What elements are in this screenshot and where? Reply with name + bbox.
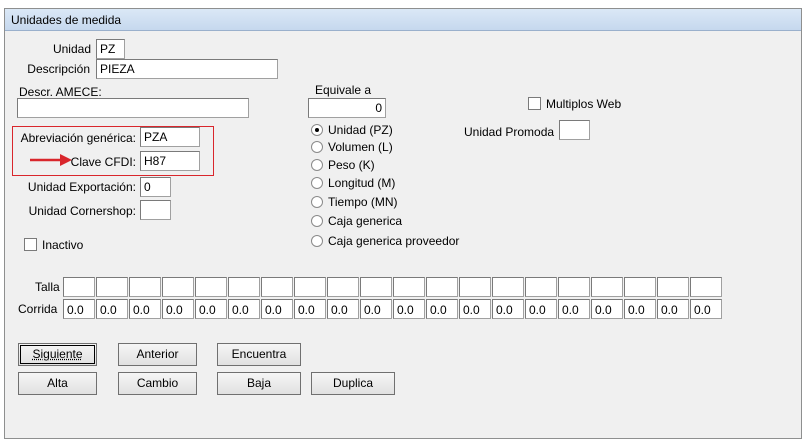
talla-cell[interactable]	[327, 277, 359, 297]
talla-cell[interactable]	[558, 277, 590, 297]
unidad-exportacion-field[interactable]: 0	[140, 177, 171, 197]
corrida-cell[interactable]: 0.0	[426, 299, 458, 319]
unidad-cornershop-field[interactable]	[140, 200, 171, 220]
unidad-promoda-field[interactable]	[559, 120, 590, 140]
window-title: Unidades de medida	[5, 9, 801, 31]
inactivo-checkbox[interactable]	[24, 238, 37, 251]
radio-tiempo[interactable]: Tiempo (MN)	[311, 194, 398, 210]
radio-label: Volumen (L)	[328, 139, 393, 154]
alta-button[interactable]: Alta	[18, 372, 97, 395]
corrida-cell[interactable]: 0.0	[558, 299, 590, 319]
corrida-cell[interactable]: 0.0	[96, 299, 128, 319]
talla-cell[interactable]	[690, 277, 722, 297]
unidad-label: Unidad	[52, 42, 91, 56]
clave-cfdi-label: Clave CFDI:	[70, 155, 136, 169]
radio-caja-generica[interactable]: Caja generica	[311, 213, 402, 229]
multiplos-web-checkbox[interactable]	[528, 97, 541, 110]
unidad-cornershop-label: Unidad Cornershop:	[28, 204, 136, 218]
talla-cell[interactable]	[426, 277, 458, 297]
multiplos-web-label: Multiplos Web	[546, 97, 622, 111]
encuentra-button[interactable]: Encuentra	[217, 343, 301, 366]
descripcion-field[interactable]: PIEZA	[96, 59, 278, 79]
corrida-cell[interactable]: 0.0	[294, 299, 326, 319]
talla-cell[interactable]	[96, 277, 128, 297]
corrida-cell[interactable]: 0.0	[525, 299, 557, 319]
talla-cell[interactable]	[162, 277, 194, 297]
radio-label: Tiempo (MN)	[328, 194, 398, 209]
descr-amece-field[interactable]	[17, 98, 249, 118]
radio-label: Unidad (PZ)	[328, 122, 393, 137]
talla-cell[interactable]	[393, 277, 425, 297]
corrida-cell[interactable]: 0.0	[393, 299, 425, 319]
siguiente-button-label: Siguiente	[32, 347, 83, 361]
baja-button[interactable]: Baja	[217, 372, 301, 395]
abreviacion-field[interactable]: PZA	[140, 127, 200, 147]
corrida-cell[interactable]: 0.0	[228, 299, 260, 319]
clave-cfdi-field[interactable]: H87	[140, 151, 200, 171]
corrida-cell[interactable]: 0.0	[492, 299, 524, 319]
talla-label: Talla	[35, 280, 60, 294]
radio-label: Caja generica proveedor	[328, 233, 460, 248]
talla-cell[interactable]	[63, 277, 95, 297]
corrida-label: Corrida	[18, 302, 58, 316]
radio-button-icon[interactable]	[311, 158, 323, 171]
radio-label: Caja generica	[328, 213, 403, 228]
descr-amece-label: Descr. AMECE:	[19, 85, 102, 99]
corrida-cell[interactable]: 0.0	[459, 299, 491, 319]
radio-volumen[interactable]: Volumen (L)	[311, 139, 393, 155]
talla-cell[interactable]	[294, 277, 326, 297]
radio-button-icon[interactable]	[311, 234, 323, 247]
radio-caja-generica-proveedor[interactable]: Caja generica proveedor	[311, 233, 459, 249]
radio-button-icon[interactable]	[311, 195, 323, 208]
radio-label: Peso (K)	[328, 157, 375, 172]
descripcion-label: Descripción	[27, 62, 90, 76]
talla-cell[interactable]	[624, 277, 656, 297]
talla-cell[interactable]	[525, 277, 557, 297]
corrida-cell[interactable]: 0.0	[591, 299, 623, 319]
unidad-promoda-label: Unidad Promoda	[464, 125, 555, 139]
corrida-cell[interactable]: 0.0	[129, 299, 161, 319]
talla-cell[interactable]	[492, 277, 524, 297]
unidad-exportacion-label: Unidad Exportación:	[27, 180, 136, 194]
talla-cell[interactable]	[657, 277, 689, 297]
anterior-button[interactable]: Anterior	[118, 343, 197, 366]
abreviacion-label: Abreviación genérica:	[20, 131, 136, 145]
talla-cell[interactable]	[195, 277, 227, 297]
corrida-cell[interactable]: 0.0	[63, 299, 95, 319]
radio-button-icon[interactable]	[311, 176, 323, 189]
cambio-button[interactable]: Cambio	[118, 372, 197, 395]
equivale-field[interactable]: 0	[308, 98, 386, 118]
corrida-cell[interactable]: 0.0	[327, 299, 359, 319]
talla-cell[interactable]	[591, 277, 623, 297]
talla-cell[interactable]	[129, 277, 161, 297]
corrida-cell[interactable]: 0.0	[261, 299, 293, 319]
radio-longitud[interactable]: Longitud (M)	[311, 175, 395, 191]
corrida-cell[interactable]: 0.0	[690, 299, 722, 319]
corrida-cell[interactable]: 0.0	[360, 299, 392, 319]
radio-button-icon[interactable]	[311, 140, 323, 153]
radio-button-icon[interactable]	[311, 123, 323, 136]
talla-cell[interactable]	[261, 277, 293, 297]
radio-label: Longitud (M)	[328, 175, 396, 190]
talla-cell[interactable]	[228, 277, 260, 297]
duplica-button[interactable]: Duplica	[311, 372, 395, 395]
corrida-cell[interactable]: 0.0	[624, 299, 656, 319]
talla-cell[interactable]	[459, 277, 491, 297]
siguiente-button[interactable]: Siguiente	[18, 343, 97, 366]
unidades-window: Unidades de medida Unidad PZ Descripción…	[4, 8, 802, 439]
radio-button-icon[interactable]	[311, 214, 323, 227]
inactivo-label: Inactivo	[42, 238, 84, 252]
radio-peso[interactable]: Peso (K)	[311, 157, 375, 173]
radio-unidad[interactable]: Unidad (PZ)	[311, 122, 393, 138]
equivale-label: Equivale a	[315, 83, 372, 97]
talla-cell[interactable]	[360, 277, 392, 297]
unidad-field[interactable]: PZ	[96, 39, 125, 59]
corrida-cell[interactable]: 0.0	[162, 299, 194, 319]
corrida-cell[interactable]: 0.0	[657, 299, 689, 319]
corrida-cell[interactable]: 0.0	[195, 299, 227, 319]
